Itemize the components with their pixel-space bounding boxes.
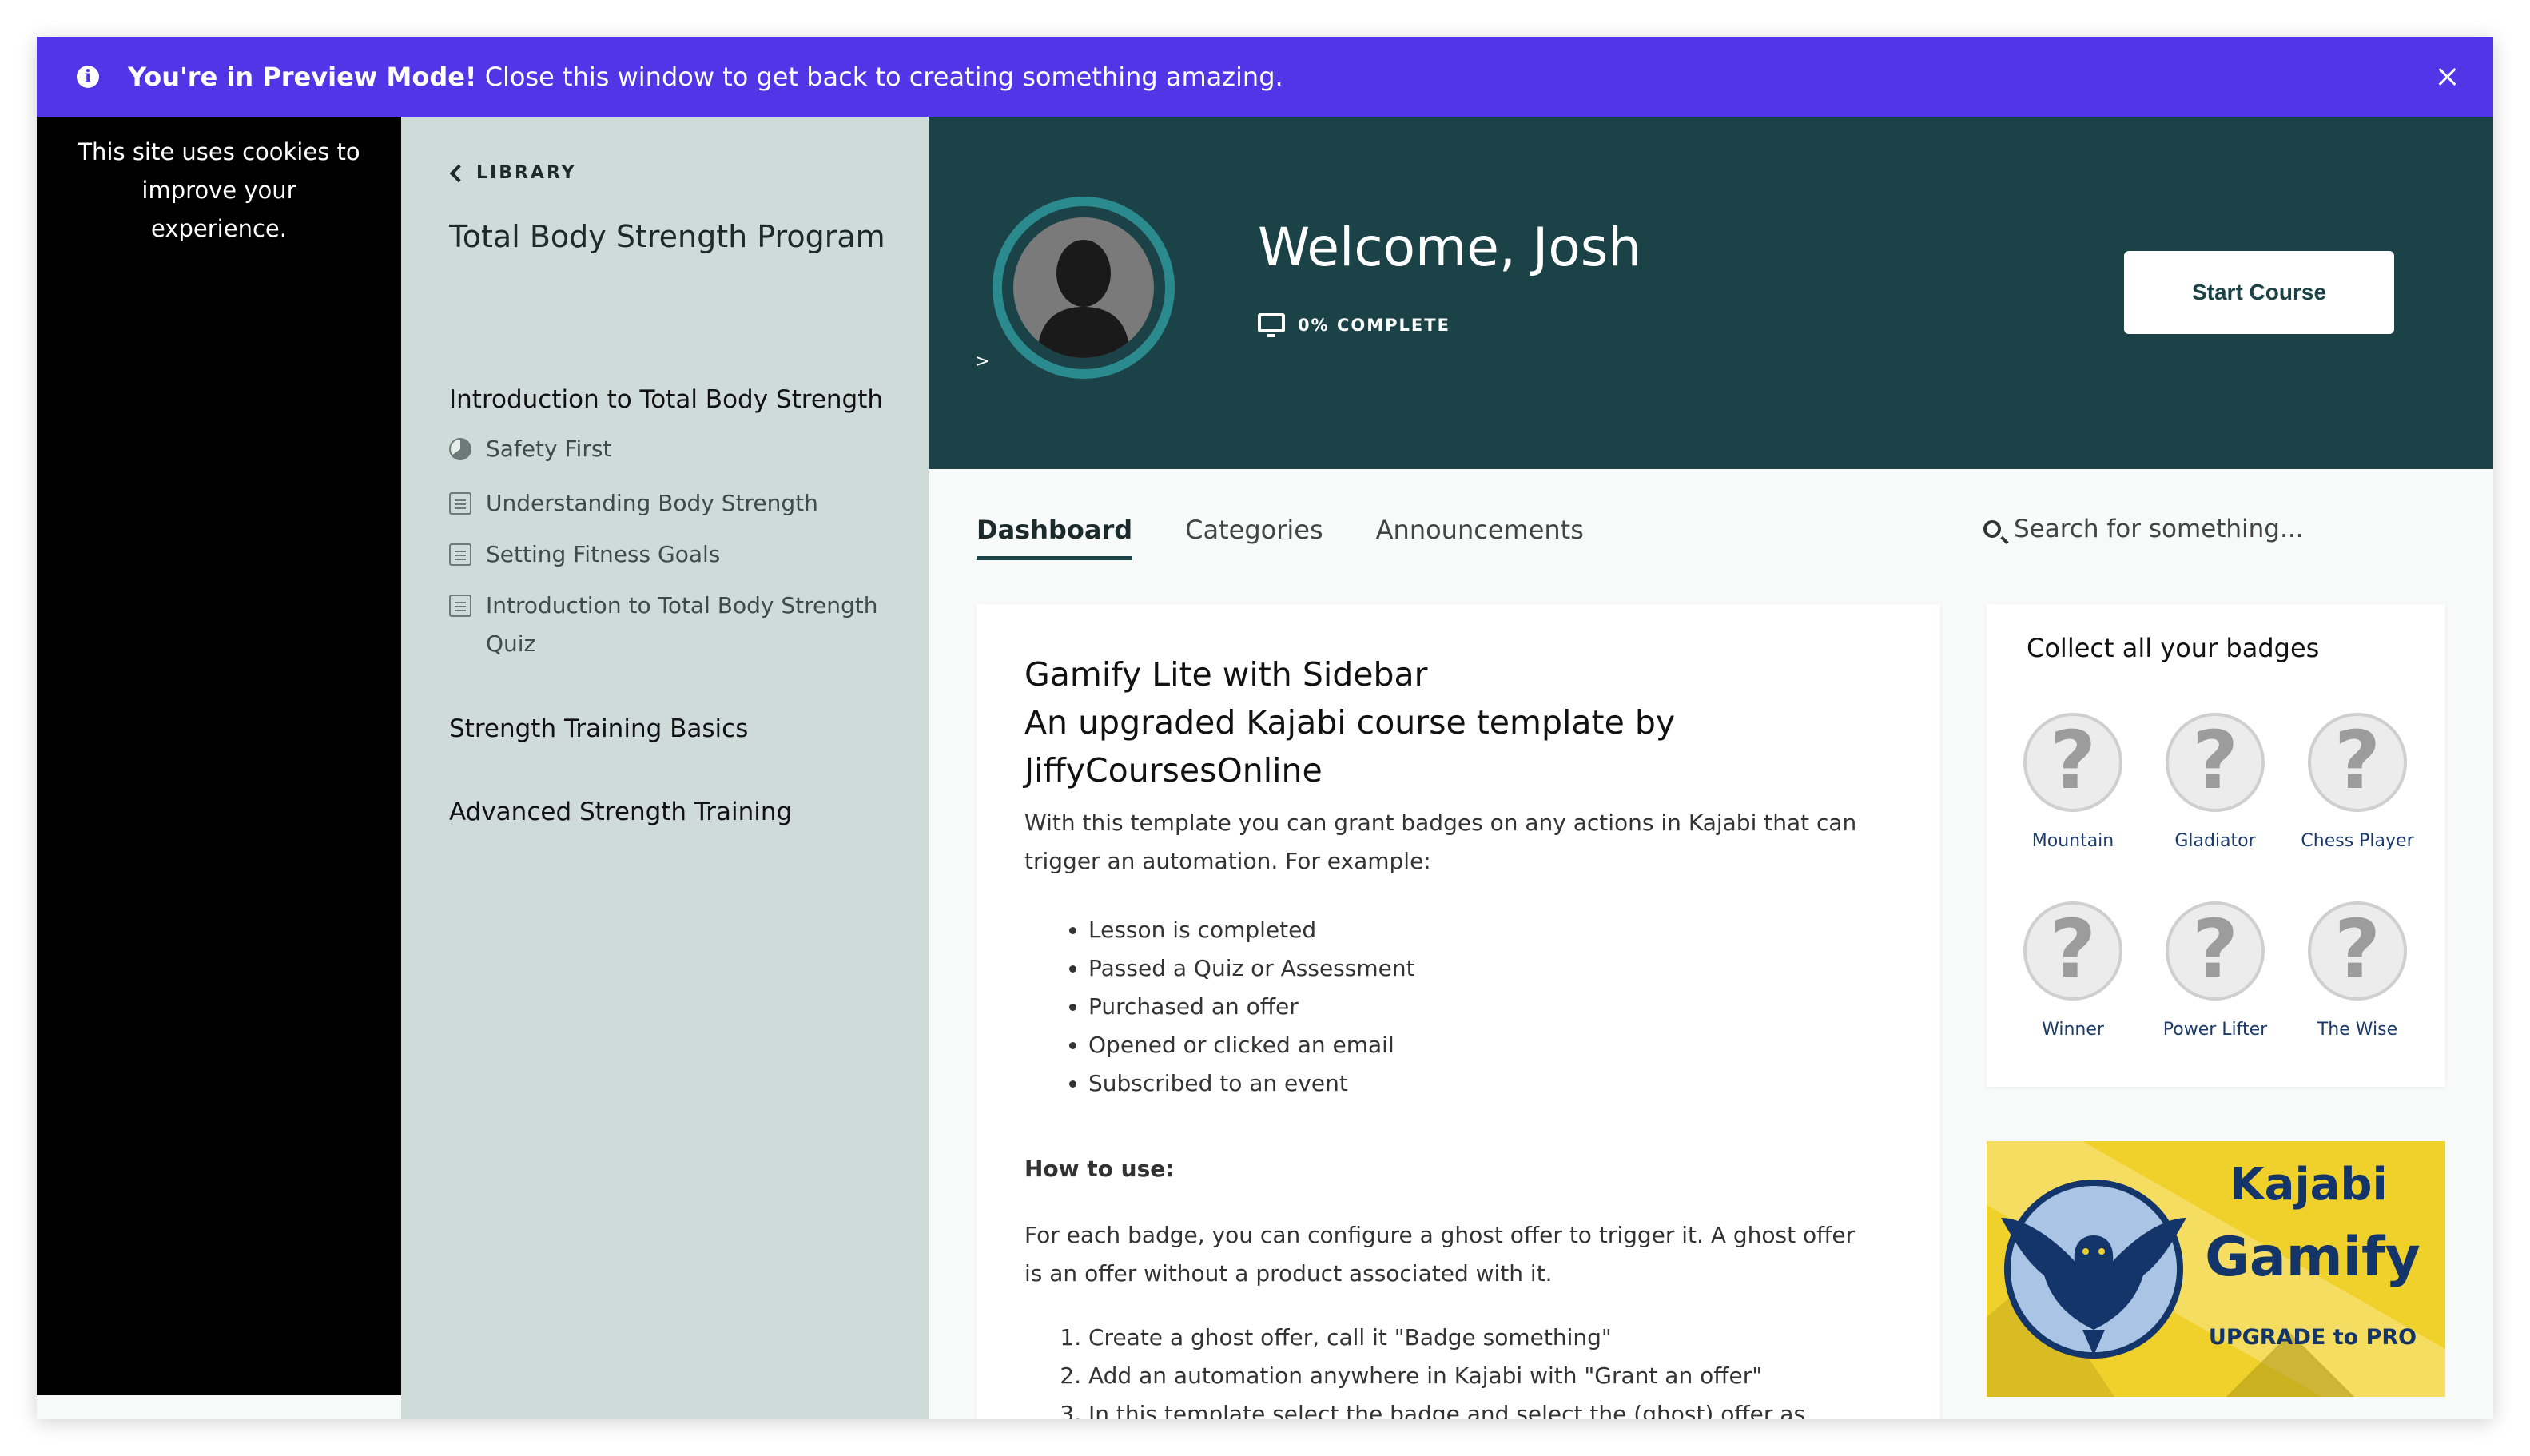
search-icon — [1983, 520, 2001, 538]
sidebar-lesson-setting-fitness-goals[interactable]: Setting Fitness Goals — [449, 535, 897, 574]
trigger-list: Lesson is completed Passed a Quiz or Ass… — [1024, 911, 1888, 1103]
lesson-label: Introduction to Total Body Strength Quiz — [486, 592, 878, 657]
tab-announcements[interactable]: Announcements — [1376, 515, 1584, 560]
user-silhouette-icon — [1037, 240, 1130, 358]
search-bar[interactable]: Search for something... — [1983, 515, 2304, 543]
preview-mode-banner: You're in Preview Mode! Close this windo… — [37, 37, 2493, 117]
lesson-label: Safety First — [486, 436, 612, 462]
badge-name: Winner — [2042, 1020, 2104, 1040]
question-mark-icon — [2308, 713, 2407, 812]
progress-pie-icon — [449, 438, 471, 460]
promo-line2: Gamify — [2205, 1226, 2421, 1289]
progress-text: 0% COMPLETE — [1298, 316, 1450, 335]
sidebar-section-intro[interactable]: Introduction to Total Body Strength — [449, 385, 883, 414]
list-item: Lesson is completed — [1088, 911, 1888, 949]
gamify-upgrade-banner[interactable]: Kajabi Gamify UPGRADE to PRO — [1987, 1141, 2445, 1397]
list-item: Add an automation anywhere in Kajabi wit… — [1088, 1357, 1888, 1395]
question-mark-icon — [2166, 901, 2265, 1001]
course-title: Total Body Strength Program — [449, 219, 885, 254]
chevron-left-icon — [449, 164, 468, 182]
how-to-text: For each badge, you can configure a ghos… — [1024, 1222, 1856, 1287]
question-mark-icon — [2023, 713, 2122, 812]
question-mark-icon — [2308, 901, 2407, 1001]
how-to-heading: How to use: — [1024, 1156, 1175, 1182]
arrow-marker: > — [975, 352, 990, 372]
badge-chess-player[interactable]: Chess Player — [2287, 713, 2428, 851]
steps-list: Create a ghost offer, call it "Badge som… — [1024, 1319, 1888, 1419]
preview-message: You're in Preview Mode! Close this windo… — [128, 37, 1283, 117]
start-course-button[interactable]: Start Course — [2124, 251, 2394, 334]
list-item: Subscribed to an event — [1088, 1064, 1888, 1103]
list-item: Purchased an offer — [1088, 988, 1888, 1026]
question-mark-icon — [2023, 901, 2122, 1001]
badge-name: Gladiator — [2174, 831, 2256, 851]
welcome-heading: Welcome, Josh — [1258, 217, 1641, 278]
badge-name: Power Lifter — [2162, 1020, 2268, 1040]
document-icon — [449, 543, 471, 566]
badge-mountain[interactable]: Mountain — [2003, 713, 2143, 851]
sidebar-lesson-safety-first[interactable]: Safety First — [449, 430, 897, 468]
badge-winner[interactable]: Winner — [2003, 901, 2143, 1040]
sidebar-lesson-intro-quiz[interactable]: Introduction to Total Body Strength Quiz — [449, 587, 897, 663]
tab-dashboard[interactable]: Dashboard — [977, 515, 1133, 560]
badge-power-lifter[interactable]: Power Lifter — [2145, 901, 2285, 1040]
library-label: LIBRARY — [476, 163, 577, 183]
badge-name: Chess Player — [2301, 831, 2414, 851]
course-sidebar: LIBRARY Total Body Strength Program Intr… — [401, 117, 929, 1419]
close-icon[interactable] — [2433, 62, 2461, 91]
list-item: In this template select the badge and se… — [1088, 1395, 1888, 1419]
preview-message-bold: You're in Preview Mode! — [128, 62, 477, 92]
sidebar-section-advanced[interactable]: Advanced Strength Training — [449, 798, 792, 826]
badge-name: Mountain — [2031, 831, 2114, 851]
course-progress: 0% COMPLETE — [1258, 313, 1450, 337]
list-item: Opened or clicked an email — [1088, 1026, 1888, 1064]
list-item: Passed a Quiz or Assessment — [1088, 949, 1888, 988]
sidebar-section-strength-basics[interactable]: Strength Training Basics — [449, 714, 748, 743]
list-item: Create a ghost offer, call it "Badge som… — [1088, 1319, 1888, 1357]
badge-name: The Wise — [2317, 1020, 2398, 1040]
lesson-label: Understanding Body Strength — [486, 490, 818, 516]
card-title-line1: Gamify Lite with Sidebar — [1024, 655, 1428, 694]
main-content-card: Gamify Lite with Sidebar An upgraded Kaj… — [977, 604, 1940, 1419]
dashboard-tabs: Dashboard Categories Announcements — [977, 515, 1584, 560]
cookie-notice-text: This site uses cookies to improve your e… — [78, 138, 360, 242]
document-icon — [449, 595, 471, 617]
cookie-notice: This site uses cookies to improve your e… — [37, 117, 401, 1395]
badge-gladiator[interactable]: Gladiator — [2145, 713, 2285, 851]
document-icon — [449, 492, 471, 515]
tab-categories[interactable]: Categories — [1185, 515, 1323, 560]
info-icon — [77, 66, 99, 88]
search-input[interactable]: Search for something... — [2014, 515, 2304, 543]
welcome-hero: > Welcome, Josh 0% COMPLETE Start Course — [929, 117, 2493, 469]
badges-title: Collect all your badges — [2027, 633, 2320, 663]
badges-widget: Collect all your badges Mountain Gladiat… — [1987, 604, 2445, 1087]
lesson-label: Setting Fitness Goals — [486, 541, 721, 567]
library-back-link[interactable]: LIBRARY — [449, 163, 577, 183]
monitor-icon — [1258, 313, 1285, 337]
card-intro: With this template you can grant badges … — [1024, 810, 1857, 874]
badge-the-wise[interactable]: The Wise — [2287, 901, 2428, 1040]
question-mark-icon — [2166, 713, 2265, 812]
card-title-line2: An upgraded Kajabi course template by Ji… — [1024, 703, 1676, 790]
promo-line1: Kajabi — [2230, 1159, 2388, 1211]
avatar — [993, 197, 1175, 379]
sidebar-lesson-understanding-body-strength[interactable]: Understanding Body Strength — [449, 484, 897, 523]
promo-line3: UPGRADE to PRO — [2208, 1325, 2417, 1350]
browser-window: You're in Preview Mode! Close this windo… — [37, 37, 2493, 1419]
card-title: Gamify Lite with Sidebar An upgraded Kaj… — [1024, 650, 1872, 794]
preview-message-text: Close this window to get back to creatin… — [476, 62, 1283, 92]
